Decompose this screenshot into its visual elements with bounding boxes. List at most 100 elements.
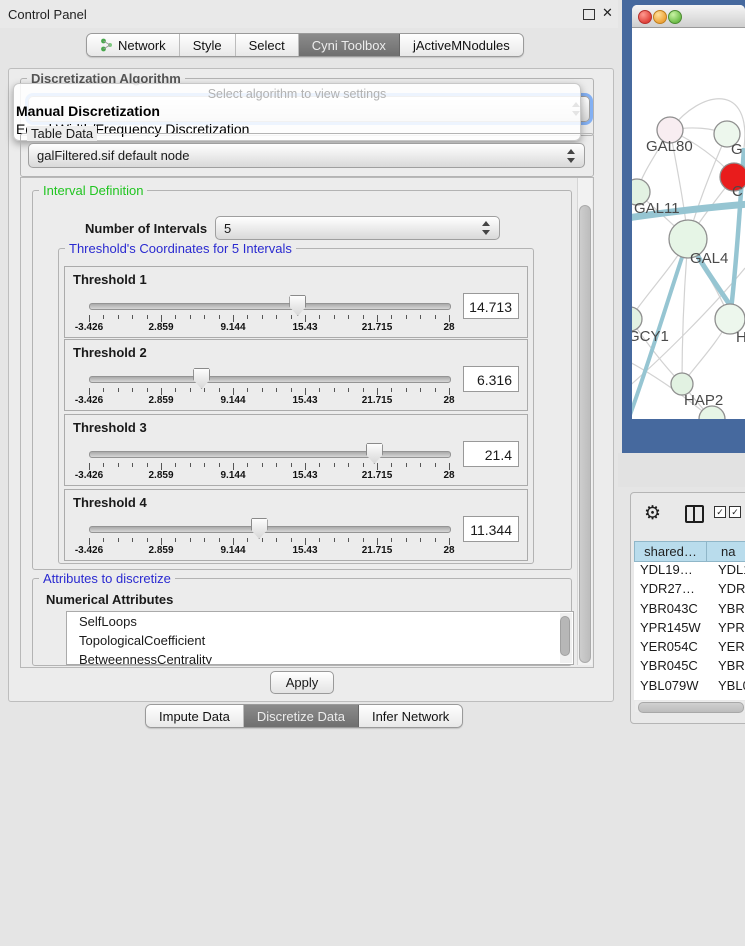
slider-tick: [233, 315, 234, 322]
slider-tick: [233, 463, 234, 470]
attribute-list-item[interactable]: TopologicalCoefficient: [67, 631, 573, 650]
slider-tick: [190, 388, 191, 392]
tab-style[interactable]: Style: [180, 34, 236, 56]
slider-tick: [391, 388, 392, 392]
float-window-icon[interactable]: [583, 9, 595, 20]
close-icon[interactable]: ✕: [602, 5, 613, 21]
control-panel-titlebar: Control Panel ✕: [0, 0, 618, 28]
slider-tick-label: -3.426: [75, 545, 103, 556]
slider-tick: [204, 315, 205, 319]
menu-item-manual-discretization[interactable]: Manual Discretization: [16, 103, 160, 119]
table-row[interactable]: YLR345WYLR3: [634, 697, 745, 700]
table-data-combobox[interactable]: galFiltered.sif default node: [28, 143, 585, 168]
slider-tick: [406, 388, 407, 392]
attributes-list[interactable]: SelfLoopsTopologicalCoefficientBetweenne…: [66, 611, 574, 665]
slider-tick-label: 9.144: [220, 470, 245, 481]
table-row[interactable]: YBR045CYBR0: [634, 658, 745, 677]
cell-name: YBL0: [712, 678, 745, 697]
slider-tick-label: -3.426: [75, 395, 103, 406]
threshold-label: Threshold 4: [73, 495, 147, 510]
column-layout-icon[interactable]: [685, 505, 704, 523]
apply-button[interactable]: Apply: [270, 671, 334, 694]
cell-shared-name: YBL079W: [634, 678, 712, 697]
slider-tick: [391, 538, 392, 542]
network-canvas[interactable]: GAL80GCGAL11GAL4GCY1HHAP2: [632, 28, 745, 419]
cell-shared-name: YER054C: [634, 639, 712, 658]
checkbox-icon[interactable]: ✓: [729, 506, 741, 518]
table-row[interactable]: YPR145WYPR1: [634, 620, 745, 639]
table-row[interactable]: YDL19…YDL1: [634, 562, 745, 581]
slider-tick: [391, 315, 392, 319]
slider-tick: [334, 315, 335, 319]
table-panel-titlebar: Table Panel: [618, 453, 745, 487]
threshold-value-field[interactable]: 6.316: [463, 366, 519, 392]
table-row[interactable]: YBL079WYBL0: [634, 678, 745, 697]
tab-select[interactable]: Select: [236, 34, 299, 56]
threshold-panel: Threshold 2-3.4262.8599.14415.4321.71528…: [64, 339, 528, 411]
slider-tick: [291, 388, 292, 392]
close-traffic-light[interactable]: [638, 10, 652, 24]
slider-track[interactable]: [89, 526, 451, 533]
bottom-tab-bar: Impute Data Discretize Data Infer Networ…: [145, 704, 463, 728]
cell-name: YBR0: [712, 601, 745, 620]
checkbox-icon[interactable]: ✓: [714, 506, 726, 518]
slider-tick: [147, 315, 148, 319]
slider-handle[interactable]: [251, 518, 268, 539]
tab-infer-network[interactable]: Infer Network: [359, 705, 462, 727]
cell-name: YER0: [712, 639, 745, 658]
slider-tick: [233, 538, 234, 545]
attribute-list-item[interactable]: SelfLoops: [67, 612, 573, 631]
slider-tick: [262, 463, 263, 467]
slider-track[interactable]: [89, 376, 451, 383]
tab-impute-data[interactable]: Impute Data: [146, 705, 244, 727]
slider-tick: [204, 388, 205, 392]
slider-tick: [103, 388, 104, 392]
tab-cyni-toolbox[interactable]: Cyni Toolbox: [299, 34, 400, 56]
slider-handle[interactable]: [193, 368, 210, 389]
slider-tick: [175, 315, 176, 319]
slider-track[interactable]: [89, 303, 451, 310]
slider-handle[interactable]: [366, 443, 383, 464]
slider-tick: [132, 463, 133, 467]
threshold-panel: Threshold 3-3.4262.8599.14415.4321.71528…: [64, 414, 528, 486]
slider-tick-label: -3.426: [75, 470, 103, 481]
threshold-value-field[interactable]: 21.4: [463, 441, 519, 467]
column-header-shared[interactable]: shared…: [634, 541, 707, 562]
list-scrollbar-thumb[interactable]: [560, 616, 570, 656]
slider-tick: [103, 315, 104, 319]
column-header-name[interactable]: na: [707, 541, 745, 562]
number-of-intervals-combobox[interactable]: 5: [215, 216, 500, 240]
horizontal-scrollbar-thumb[interactable]: [638, 702, 744, 713]
table-row[interactable]: YDR27…YDR2: [634, 581, 745, 600]
slider-tick: [449, 463, 450, 470]
table-row[interactable]: YBR043CYBR0: [634, 601, 745, 620]
slider-tick-label: 15.43: [292, 322, 317, 333]
cell-name: YDL1: [712, 562, 745, 581]
cell-shared-name: YLR345W: [634, 697, 712, 700]
tab-discretize-data[interactable]: Discretize Data: [244, 705, 359, 727]
node-label: GAL4: [690, 250, 728, 267]
slider-tick: [147, 463, 148, 467]
tab-network[interactable]: Network: [87, 34, 180, 56]
gear-icon[interactable]: ⚙: [644, 502, 661, 525]
minimize-traffic-light[interactable]: [653, 10, 667, 24]
attribute-list-item[interactable]: BetweennessCentrality: [67, 650, 573, 665]
node-label: HAP2: [684, 392, 723, 409]
zoom-traffic-light[interactable]: [668, 10, 682, 24]
combo-arrows-icon: [567, 149, 576, 163]
slider-tick: [276, 538, 277, 542]
slider-tick: [247, 538, 248, 542]
tab-jactivemnodules[interactable]: jActiveMNodules: [400, 34, 523, 56]
slider-tick-label: 21.715: [362, 545, 393, 556]
threshold-value-field[interactable]: 14.713: [463, 293, 519, 319]
list-scrollbar-track[interactable]: [560, 613, 572, 663]
vertical-scrollbar-thumb[interactable]: [579, 205, 591, 663]
threshold-value-field[interactable]: 11.344: [463, 516, 519, 542]
slider-tick: [435, 538, 436, 542]
slider-tick-label: 2.859: [148, 322, 173, 333]
group-title: Attributes to discretize: [39, 571, 175, 586]
slider-handle[interactable]: [289, 295, 306, 316]
group-title: Table Data: [27, 126, 97, 141]
slider-track[interactable]: [89, 451, 451, 458]
table-row[interactable]: YER054CYER0: [634, 639, 745, 658]
